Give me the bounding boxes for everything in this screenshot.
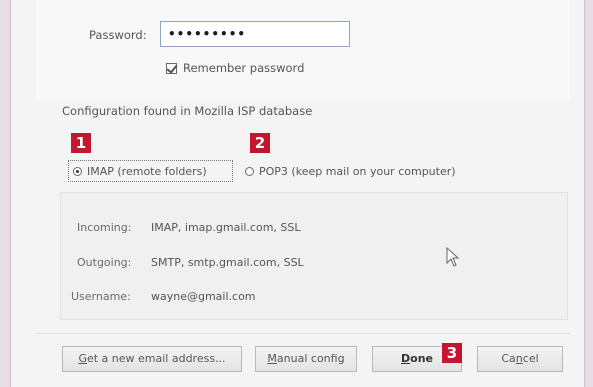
get-new-email-label: et a new email address... — [86, 352, 226, 365]
callout-badge-2: 2 — [250, 133, 270, 153]
incoming-label: Incoming: — [77, 221, 132, 234]
config-found-message: Configuration found in Mozilla ISP datab… — [62, 104, 313, 118]
remember-password-label: Remember password — [183, 61, 305, 75]
imap-radio-button[interactable] — [73, 167, 82, 176]
get-new-email-mnemonic: G — [78, 352, 87, 365]
imap-radio-label: IMAP (remote folders) — [87, 165, 207, 178]
imap-radio-option[interactable]: IMAP (remote folders) — [73, 165, 207, 178]
outgoing-label: Outgoing: — [77, 256, 132, 269]
pop3-radio-button[interactable] — [245, 167, 254, 176]
password-label: Password: — [89, 28, 147, 42]
callout-badge-3: 3 — [442, 343, 462, 363]
pop3-radio-option[interactable]: POP3 (keep mail on your computer) — [245, 165, 456, 178]
remember-password-row[interactable]: Remember password — [166, 61, 304, 75]
password-input[interactable]: ••••••••• — [160, 21, 350, 47]
cancel-mnemonic: n — [515, 352, 523, 365]
cancel-button[interactable]: Cancel — [477, 346, 563, 372]
manual-config-button[interactable]: Manual config — [255, 346, 357, 372]
callout-badge-1: 1 — [71, 133, 91, 153]
incoming-value: IMAP, imap.gmail.com, SSL — [151, 221, 301, 234]
footer-divider — [36, 333, 570, 334]
cancel-label-end: cel — [522, 352, 539, 365]
pop3-radio-label: POP3 (keep mail on your computer) — [259, 165, 456, 178]
mouse-pointer-icon — [446, 247, 460, 267]
cancel-label-start: Ca — [501, 352, 516, 365]
account-form-panel — [36, 0, 570, 100]
get-new-email-button[interactable]: Get a new email address... — [62, 346, 242, 372]
outgoing-value: SMTP, smtp.gmail.com, SSL — [151, 256, 304, 269]
manual-config-mnemonic: M — [267, 352, 277, 365]
username-label: Username: — [71, 290, 131, 303]
done-label: one — [410, 352, 433, 365]
remember-password-checkbox[interactable] — [166, 62, 177, 74]
username-value: wayne@gmail.com — [151, 290, 256, 303]
server-details-panel — [60, 192, 568, 320]
manual-config-label: anual config — [276, 352, 345, 365]
done-mnemonic: D — [401, 352, 411, 365]
